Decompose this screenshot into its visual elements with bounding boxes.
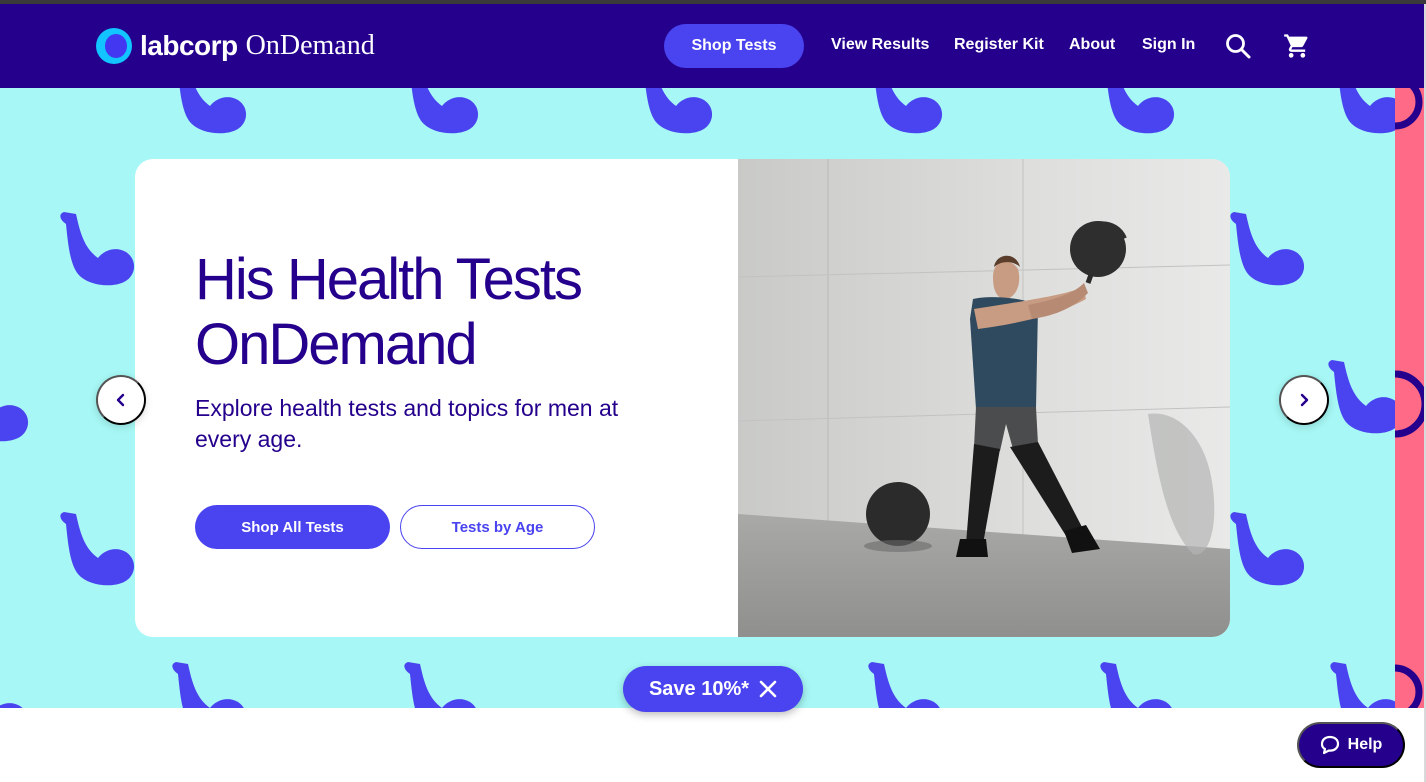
flexed-arm-pattern-icon xyxy=(402,88,482,134)
flexed-arm-pattern-icon xyxy=(866,88,946,134)
hero-title: His Health Tests OnDemand xyxy=(195,247,583,377)
site-header: labcorp OnDemand Shop Tests View Results… xyxy=(0,4,1426,88)
flexed-arm-pattern-icon xyxy=(170,88,250,134)
chat-icon xyxy=(1320,735,1339,755)
help-chat-button[interactable]: Help xyxy=(1297,722,1405,768)
man-with-kettlebell-photo xyxy=(738,159,1230,637)
shop-tests-button[interactable]: Shop Tests xyxy=(664,24,804,68)
flexed-arm-pattern-icon xyxy=(0,368,32,442)
save-promo-pill[interactable]: Save 10%* xyxy=(623,666,803,712)
tests-by-age-button[interactable]: Tests by Age xyxy=(400,505,595,549)
shop-all-tests-button[interactable]: Shop All Tests xyxy=(195,505,390,549)
help-label: Help xyxy=(1347,736,1383,753)
flexed-arm-pattern-icon xyxy=(1328,662,1395,708)
promo-label: Save 10%* xyxy=(648,677,750,700)
sign-in-link[interactable]: Sign In xyxy=(1142,36,1195,54)
flexed-arm-pattern-icon xyxy=(636,88,716,134)
hero-carousel: His Health Tests OnDemand Explore health… xyxy=(0,88,1395,708)
logo-brand-text: labcorp xyxy=(140,30,238,61)
chevron-left-icon xyxy=(116,393,125,407)
flexed-arm-pattern-icon xyxy=(1098,662,1178,708)
flexed-arm-pattern-icon xyxy=(0,666,32,708)
hero-slide-card: His Health Tests OnDemand Explore health… xyxy=(135,159,1230,637)
flexed-arm-pattern-icon xyxy=(58,512,138,586)
cart-icon[interactable] xyxy=(1283,32,1311,60)
labcorp-logo-icon xyxy=(96,28,132,64)
flexed-arm-pattern-icon xyxy=(866,662,946,708)
next-slide-edge xyxy=(1395,88,1426,708)
labcorp-ondemand-logo[interactable]: labcorp OnDemand xyxy=(96,26,375,66)
carousel-next-button[interactable] xyxy=(1279,375,1329,425)
about-link[interactable]: About xyxy=(1069,36,1115,54)
flexed-arm-pattern-icon xyxy=(1330,88,1395,134)
search-icon[interactable] xyxy=(1224,32,1252,60)
flexed-arm-pattern-icon xyxy=(170,662,250,708)
chevron-right-icon xyxy=(1300,393,1309,407)
flexed-arm-pattern-icon xyxy=(1228,212,1308,286)
view-results-link[interactable]: View Results xyxy=(831,36,929,54)
flexed-arm-pattern-icon xyxy=(1228,512,1308,586)
flexed-arm-pattern-icon xyxy=(58,212,138,286)
carousel-prev-button[interactable] xyxy=(96,375,146,425)
hero-subtitle: Explore health tests and topics for men … xyxy=(195,395,619,452)
register-kit-link[interactable]: Register Kit xyxy=(954,36,1044,54)
close-icon[interactable] xyxy=(759,680,777,698)
flexed-arm-pattern-icon xyxy=(402,662,482,708)
flexed-arm-pattern-icon xyxy=(1326,360,1395,434)
flexed-arm-pattern-icon xyxy=(1098,88,1178,134)
logo-product-text: OnDemand xyxy=(245,30,375,61)
